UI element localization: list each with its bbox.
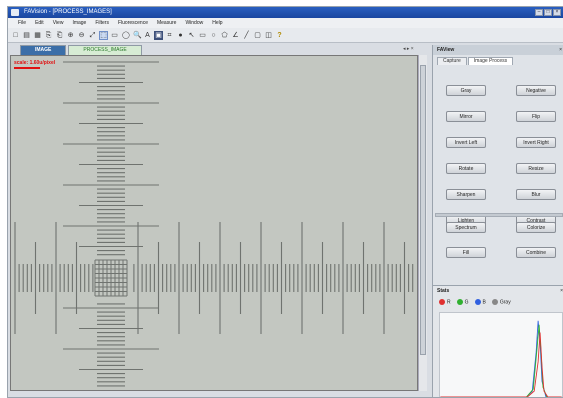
blur-button[interactable]: Blur — [516, 189, 556, 200]
invert-right-button[interactable]: Invert Right — [516, 137, 556, 148]
legend-b[interactable]: B — [474, 299, 486, 306]
tab-image[interactable]: IMAGE — [20, 45, 67, 55]
zoom-out-icon[interactable]: ⊖ — [77, 31, 86, 40]
tab-capture[interactable]: Capture — [437, 57, 467, 65]
histogram-curve — [440, 332, 562, 397]
menu-measure[interactable]: Measure — [157, 18, 176, 28]
scale-bar — [14, 67, 40, 69]
sharpen-button[interactable]: Sharpen — [446, 189, 486, 200]
menu-file[interactable]: File — [18, 18, 26, 28]
menu-image[interactable]: Image — [72, 18, 86, 28]
menu-fluorescence[interactable]: Fluorescence — [118, 18, 148, 28]
image-viewer[interactable]: scale: 1.60u/pixel — [10, 55, 418, 391]
zoom-fit-icon[interactable]: ⤢ — [88, 31, 97, 40]
record-icon[interactable]: ● — [176, 31, 185, 40]
histogram-plot — [439, 312, 563, 397]
menu-help[interactable]: Help — [212, 18, 222, 28]
vertical-scrollbar[interactable] — [418, 55, 427, 391]
scale-label: scale: 1.60u/pixel — [14, 60, 56, 66]
flip-button[interactable]: Flip — [516, 111, 556, 122]
legend-gray[interactable]: Gray — [491, 299, 511, 306]
disk-icon[interactable]: ▣ — [154, 30, 163, 40]
menu-bar: File Edit View Image Filters Fluorescenc… — [8, 18, 563, 28]
legend-label: Gray — [499, 299, 511, 306]
copy-icon[interactable]: ⎘ — [44, 31, 53, 40]
window-title: FAVision - [PROCESS_IMAGES] — [24, 9, 112, 15]
toolbar: □ ▤ ▦ ⎘ ⎗ ⊕ ⊖ ⤢ ⬚ ▭ ◯ 🔍 A ▣ ⌗ ● ↖ ▭ ○ ⬠ ∠ ╱ ▢ ◫? — [8, 28, 563, 43]
paste-icon[interactable]: ⎗ — [55, 31, 64, 40]
text-icon[interactable]: A — [143, 31, 152, 40]
combine-button[interactable]: Combine — [516, 247, 556, 258]
polygon-tool-icon[interactable]: ⬠ — [220, 31, 229, 40]
spectrum-button[interactable]: Spectrum — [446, 222, 486, 233]
window-icon[interactable]: ▢ — [253, 31, 262, 40]
split-icon[interactable]: ◫ — [264, 31, 273, 40]
line-tool-icon[interactable]: ╱ — [242, 31, 251, 40]
panel-tabs: Capture Image Process — [433, 55, 563, 65]
tab-process-image[interactable]: PROCESS_IMAGE — [68, 45, 142, 55]
title-bar: FAVision - [PROCESS_IMAGES] – □ × — [8, 7, 563, 18]
panel-close-icon[interactable]: × — [559, 45, 562, 55]
legend-swatch — [439, 299, 445, 305]
mirror-button[interactable]: Mirror — [446, 111, 486, 122]
resize-button[interactable]: Resize — [516, 163, 556, 174]
angle-tool-icon[interactable]: ∠ — [231, 31, 240, 40]
micrometer-image — [14, 61, 414, 387]
gray-button[interactable]: Gray — [446, 85, 486, 96]
circle-tool-icon[interactable]: ○ — [209, 31, 218, 40]
process-button-grid: Gray Negative Mirror Flip Invert Left Invert … — [446, 85, 558, 226]
process-button-grid-2: Spectrum Colorize Fill Combine — [446, 222, 558, 258]
crop-icon[interactable]: ⌗ — [165, 31, 174, 40]
invert-left-button[interactable]: Invert Left — [446, 137, 486, 148]
legend-label: R — [447, 299, 451, 306]
ellipse-icon[interactable]: ◯ — [121, 31, 130, 40]
zoom-in-icon[interactable]: ⊕ — [66, 31, 75, 40]
minimize-button[interactable]: – — [535, 9, 543, 16]
legend-swatch — [474, 299, 481, 305]
legend-r[interactable]: R — [439, 299, 451, 305]
menu-view[interactable]: View — [53, 18, 64, 28]
legend-swatch — [456, 299, 463, 305]
help-icon[interactable]: ? — [275, 31, 284, 40]
negative-button[interactable]: Negative — [516, 85, 556, 96]
new-icon[interactable]: □ — [11, 31, 20, 40]
open-icon[interactable]: ▤ — [22, 31, 31, 40]
rectangle-tool-icon[interactable]: ▭ — [198, 31, 207, 40]
colorize-button[interactable]: Colorize — [516, 222, 556, 233]
panel-title: FAView × — [433, 45, 563, 55]
close-button[interactable]: × — [553, 9, 561, 16]
legend-label: G — [464, 299, 469, 306]
histogram-title-text: Stats — [437, 288, 450, 294]
tab-image-process[interactable]: Image Process — [467, 57, 514, 65]
scrollbar-thumb[interactable] — [420, 65, 426, 355]
zoom-icon[interactable]: 🔍 — [132, 31, 142, 40]
select-icon[interactable]: ⬚ — [99, 30, 108, 40]
maximize-button[interactable]: □ — [544, 9, 552, 16]
fill-button[interactable]: Fill — [446, 247, 486, 258]
menu-filters[interactable]: Filters — [95, 18, 109, 28]
legend-g[interactable]: G — [456, 299, 469, 306]
rotate-button[interactable]: Rotate — [446, 163, 486, 174]
application-window: FAVision - [PROCESS_IMAGES] – □ × File E… — [7, 6, 563, 398]
rect-icon[interactable]: ▭ — [110, 31, 119, 40]
right-panel: FAView × Capture Image Process Gray Negat… — [432, 45, 563, 397]
pointer-icon[interactable]: ↖ — [187, 31, 196, 40]
document-tabs: IMAGE PROCESS_IMAGE — [8, 45, 423, 55]
pane-controls[interactable]: ◂ ▸ × — [403, 46, 414, 52]
histogram-legend: R G B Gray — [433, 296, 563, 305]
app-icon — [11, 9, 19, 16]
panel-title-text: FAView — [437, 47, 455, 53]
save-icon[interactable]: ▦ — [33, 31, 42, 40]
menu-edit[interactable]: Edit — [35, 18, 44, 28]
histogram-title: Stats × — [433, 286, 563, 296]
legend-label: B — [482, 299, 486, 306]
legend-swatch — [491, 299, 498, 305]
histogram-panel: Stats × R G B Gray — [433, 285, 563, 397]
panel-splitter[interactable] — [435, 213, 563, 217]
menu-window[interactable]: Window — [185, 18, 203, 28]
